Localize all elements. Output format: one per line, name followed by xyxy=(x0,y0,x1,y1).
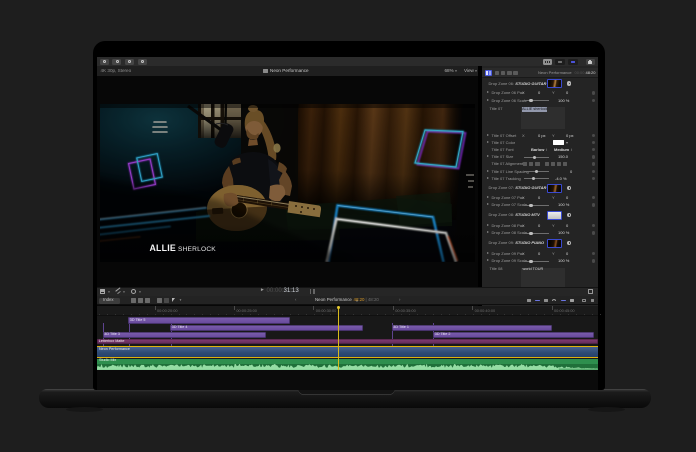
svg-text:SHERLOCK: SHERLOCK xyxy=(178,246,216,253)
svg-text:ALLIE: ALLIE xyxy=(149,243,175,253)
